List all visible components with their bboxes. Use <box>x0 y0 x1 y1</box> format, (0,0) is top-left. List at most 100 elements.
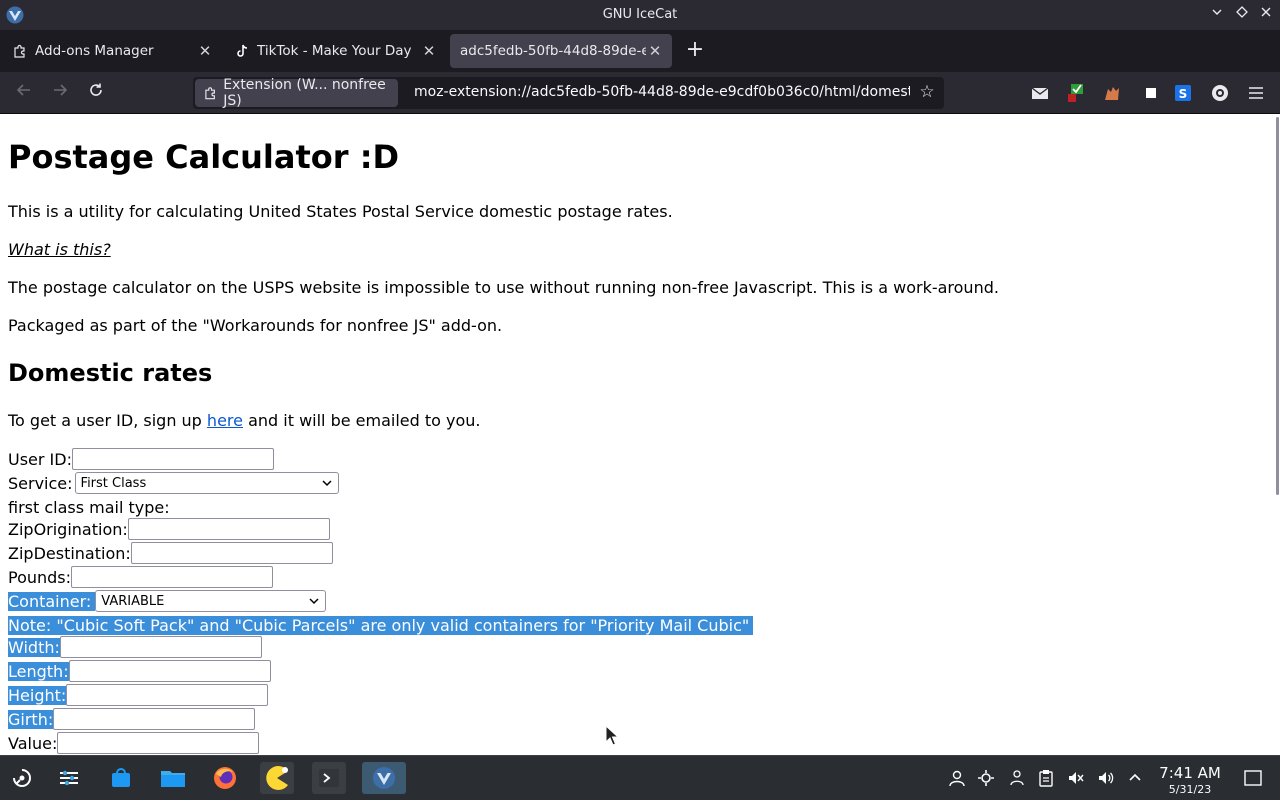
width-row: Width: <box>8 635 262 659</box>
bookmark-star-icon[interactable]: ☆ <box>917 82 937 102</box>
eye-extension-icon[interactable] <box>1210 83 1230 103</box>
signup-before: To get a user ID, sign up <box>8 411 207 430</box>
chevron-down-icon <box>322 480 332 487</box>
firefox-icon[interactable] <box>208 762 242 794</box>
tab-addons-manager[interactable]: Add-ons Manager ✕ <box>2 34 222 68</box>
icecat-taskbar-icon[interactable] <box>362 762 406 794</box>
checkmark-extension-icon[interactable] <box>1066 83 1086 103</box>
show-desktop-icon[interactable] <box>1244 769 1262 787</box>
zip-destination-row: ZipDestination: <box>8 541 333 565</box>
service-select[interactable]: First Class <box>74 472 339 494</box>
url-bar[interactable]: Extension (W... nonfree JS) moz-extensio… <box>193 77 944 109</box>
user-account-icon[interactable] <box>948 769 966 787</box>
length-input[interactable] <box>68 660 271 682</box>
width-input[interactable] <box>59 636 262 658</box>
page-title: Postage Calculator :D <box>8 138 400 176</box>
chevron-up-icon[interactable] <box>1126 769 1144 787</box>
scrollbar-thumb[interactable] <box>1276 117 1279 495</box>
extension-icon <box>205 87 215 100</box>
new-tab-button[interactable]: + <box>684 38 706 64</box>
hamburger-menu-icon[interactable] <box>1246 83 1266 103</box>
zip-origination-row: ZipOrigination: <box>8 517 330 541</box>
tab-tiktok[interactable]: TikTok - Make Your Day ✕ <box>224 34 446 68</box>
close-tab-icon[interactable]: ✕ <box>646 42 664 60</box>
clock[interactable]: 7:41 AM 5/31/23 <box>1150 764 1230 796</box>
value-row: Value: <box>8 731 260 755</box>
explanation-text: The postage calculator on the USPS websi… <box>8 278 999 297</box>
zip-destination-input[interactable] <box>130 542 333 564</box>
user-id-row: User ID: <box>8 447 274 471</box>
taskbar: 7:41 AM 5/31/23 <box>0 755 1280 800</box>
signup-after: and it will be emailed to you. <box>242 411 481 430</box>
volume-icon[interactable] <box>1097 769 1115 787</box>
clipboard-icon[interactable] <box>1037 769 1055 787</box>
chevron-down-icon <box>309 598 319 605</box>
value-label: Value: <box>8 733 58 753</box>
back-icon[interactable] <box>12 82 36 104</box>
section-title: Domestic rates <box>8 359 213 387</box>
container-select[interactable]: VARIABLE <box>95 590 327 612</box>
signup-link[interactable]: here <box>207 411 243 430</box>
pacman-game-icon[interactable] <box>260 762 294 794</box>
girth-row: Girth: <box>8 707 256 731</box>
square-extension-icon[interactable] <box>1141 83 1161 103</box>
s-extension-icon[interactable]: S <box>1173 83 1193 103</box>
container-label: Container: <box>8 591 96 611</box>
clock-time: 7:41 AM <box>1159 764 1221 782</box>
container-note-row: Note: "Cubic Soft Pack" and "Cubic Parce… <box>8 613 754 637</box>
pounds-input[interactable] <box>71 566 274 588</box>
url-text[interactable]: moz-extension://adc5fedb-50fb-44d8-89de-… <box>414 84 910 100</box>
mouse-cursor-icon <box>605 725 619 746</box>
network-settings-icon[interactable] <box>977 769 995 787</box>
what-is-this-label: What is this? <box>8 240 111 259</box>
navigation-toolbar: Extension (W... nonfree JS) moz-extensio… <box>0 72 1280 114</box>
zip-destination-label: ZipDestination: <box>8 543 131 563</box>
system-settings-icon[interactable] <box>52 762 86 794</box>
pounds-row: Pounds: <box>8 565 274 589</box>
tab-label: adc5fedb-50fb-44d8-89de-e9c <box>460 43 646 59</box>
value-input[interactable] <box>57 732 260 754</box>
close-window-icon[interactable] <box>1255 4 1277 26</box>
height-input[interactable] <box>66 684 269 706</box>
container-note: Note: "Cubic Soft Pack" and "Cubic Parce… <box>8 615 754 635</box>
maximize-icon[interactable] <box>1231 4 1253 26</box>
packaged-text: Packaged as part of the "Workarounds for… <box>8 316 503 335</box>
tab-label: TikTok - Make Your Day <box>257 43 412 59</box>
tab-strip: Add-ons Manager ✕ TikTok - Make Your Day… <box>0 30 1280 72</box>
tab-label: Add-ons Manager <box>35 43 154 59</box>
discover-store-icon[interactable] <box>104 762 138 794</box>
close-tab-icon[interactable]: ✕ <box>420 42 438 60</box>
mail-icon[interactable] <box>1030 83 1050 103</box>
forward-icon[interactable] <box>48 82 72 104</box>
connections-icon[interactable] <box>1008 769 1026 787</box>
service-label: Service: <box>8 473 73 493</box>
close-tab-icon[interactable]: ✕ <box>196 42 214 60</box>
terminal-icon[interactable] <box>312 762 346 794</box>
zip-origination-input[interactable] <box>127 518 330 540</box>
file-manager-icon[interactable] <box>156 762 190 794</box>
first-class-type-label: first class mail type: <box>8 497 170 517</box>
app-launcher-icon[interactable] <box>5 762 39 794</box>
tab-domestic-extension[interactable]: adc5fedb-50fb-44d8-89de-e9c ✕ <box>450 34 672 68</box>
height-row: Height: <box>8 683 269 707</box>
hand-extension-icon[interactable] <box>1102 83 1122 103</box>
reload-icon[interactable] <box>84 82 108 104</box>
girth-input[interactable] <box>53 708 256 730</box>
user-id-input[interactable] <box>71 448 274 470</box>
first-class-type-row: first class mail type: <box>8 495 170 519</box>
user-id-label: User ID: <box>8 449 72 469</box>
page-content: Postage Calculator :D This is a utility … <box>0 114 1272 755</box>
width-label: Width: <box>8 637 60 657</box>
service-row: Service: First Class <box>8 471 339 495</box>
tiktok-icon <box>234 43 250 59</box>
pounds-label: Pounds: <box>8 567 72 587</box>
puzzle-icon <box>12 43 28 59</box>
service-value: First Class <box>80 475 147 491</box>
window-titlebar: GNU IceCat <box>0 0 1280 30</box>
window-title: GNU IceCat <box>602 7 678 22</box>
length-row: Length: <box>8 659 271 683</box>
height-label: Height: <box>8 685 67 705</box>
minimize-icon[interactable] <box>1206 4 1228 26</box>
volume-muted-icon[interactable] <box>1067 769 1085 787</box>
site-identity[interactable]: Extension (W... nonfree JS) <box>195 77 398 109</box>
